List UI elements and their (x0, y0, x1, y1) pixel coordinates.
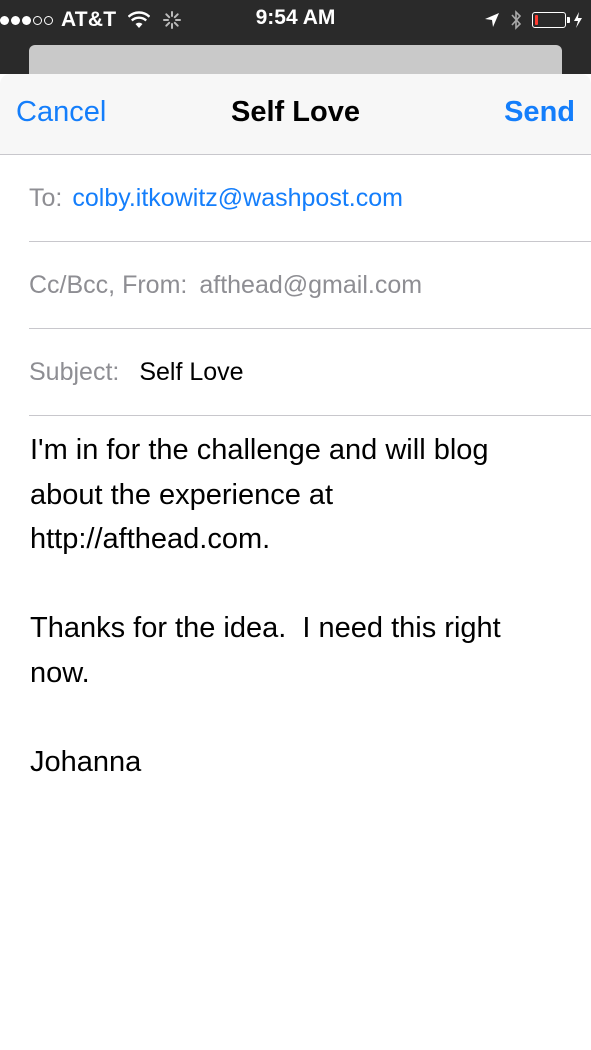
send-button[interactable]: Send (504, 96, 575, 129)
cancel-button[interactable]: Cancel (16, 96, 106, 129)
compose-nav-bar: Cancel Self Love Send (0, 74, 591, 155)
location-arrow-icon (485, 13, 499, 27)
battery-icon (532, 12, 570, 28)
cc-bcc-from-field[interactable]: Cc/Bcc, From: afthead@gmail.com (29, 243, 591, 329)
recipient-token[interactable]: colby.itkowitz@washpost.com (72, 184, 403, 213)
message-body[interactable]: I'm in for the challenge and will blog a… (30, 428, 570, 784)
from-address[interactable]: afthead@gmail.com (199, 271, 422, 300)
battery-body (532, 12, 566, 28)
battery-level-fill (535, 15, 538, 25)
status-bar-right (484, 7, 583, 33)
to-field[interactable]: To: colby.itkowitz@washpost.com (29, 156, 591, 242)
cc-bcc-from-label: Cc/Bcc, From: (29, 271, 188, 299)
charging-bolt-icon (574, 12, 582, 28)
status-bar: AT&T 9:54 AM (0, 0, 591, 40)
battery-nub (567, 17, 570, 23)
bluetooth-icon (511, 10, 522, 30)
subject-label: Subject: (29, 358, 120, 386)
to-label: To: (29, 184, 63, 212)
subject-input[interactable]: Self Love (139, 358, 243, 387)
subject-field[interactable]: Subject: Self Love (29, 330, 591, 416)
